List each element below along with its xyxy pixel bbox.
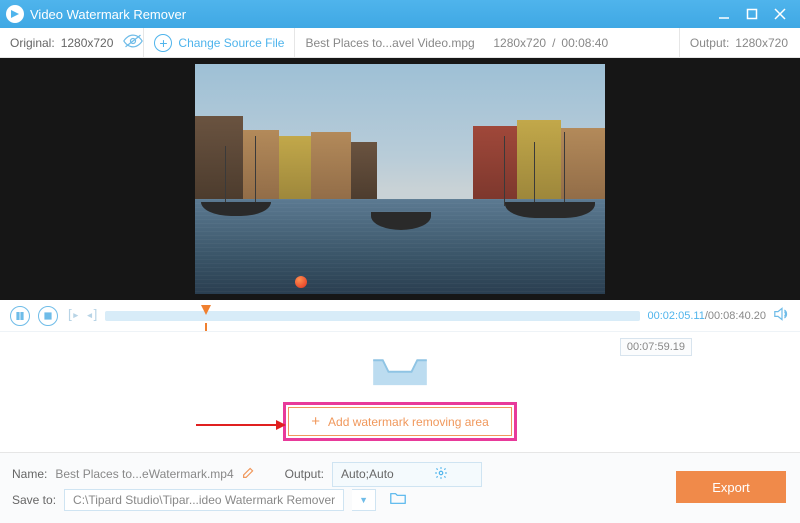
toolbar: Original: 1280x720 + Change Source File …: [0, 28, 800, 58]
original-value: 1280x720: [61, 36, 114, 50]
original-resolution: Original: 1280x720: [0, 28, 123, 57]
timeline-track[interactable]: [105, 311, 639, 321]
output-format-box[interactable]: Auto;Auto: [332, 462, 482, 487]
saveto-path[interactable]: C:\Tipard Studio\Tipar...ideo Watermark …: [64, 489, 344, 511]
title-bar: Video Watermark Remover: [0, 0, 800, 28]
preview-toggle-icon[interactable]: [123, 34, 143, 51]
saveto-value: C:\Tipard Studio\Tipar...ideo Watermark …: [73, 493, 335, 507]
name-value: Best Places to...eWatermark.mp4: [55, 467, 233, 481]
playback-bar: [▸ ◂] 00:02:05.11/00:08:40.20: [0, 300, 800, 332]
stop-button[interactable]: [38, 306, 58, 326]
file-duration: 00:08:40: [561, 36, 608, 50]
marker-dot-icon: [295, 276, 307, 288]
timecode: 00:02:05.11/00:08:40.20: [648, 310, 766, 322]
output-format-label: Output:: [285, 467, 324, 481]
tray-icon: [369, 343, 431, 392]
original-label: Original:: [10, 36, 55, 50]
video-frame[interactable]: [195, 64, 605, 294]
app-title: Video Watermark Remover: [30, 7, 186, 22]
change-source-label: Change Source File: [178, 36, 284, 50]
mark-in-button[interactable]: [▸: [66, 308, 78, 323]
add-area-label: Add watermark removing area: [328, 415, 489, 429]
pause-button[interactable]: [10, 306, 30, 326]
output-value: 1280x720: [735, 36, 788, 50]
output-label: Output:: [690, 36, 729, 50]
plus-icon: +: [311, 414, 320, 429]
watermark-area-panel: 00:07:59.19 + Add watermark removing are…: [0, 332, 800, 452]
mark-out-button[interactable]: ◂]: [86, 308, 98, 323]
export-button[interactable]: Export: [676, 471, 786, 503]
add-watermark-area-button[interactable]: + Add watermark removing area: [288, 407, 512, 436]
output-settings-button[interactable]: [434, 466, 448, 483]
minimize-button[interactable]: [710, 4, 738, 24]
video-preview-area: [0, 58, 800, 300]
maximize-button[interactable]: [738, 4, 766, 24]
volume-icon[interactable]: [774, 307, 790, 324]
change-source-button[interactable]: + Change Source File: [144, 28, 294, 57]
file-name: Best Places to...avel Video.mpg: [305, 36, 474, 50]
saveto-label: Save to:: [12, 493, 56, 507]
total-time: 00:08:40.20: [708, 310, 766, 322]
plus-icon: +: [154, 34, 172, 52]
annotation-arrow-icon: [196, 418, 286, 435]
output-format-value: Auto;Auto: [341, 467, 394, 481]
file-info: Best Places to...avel Video.mpg 1280x720…: [295, 28, 678, 57]
timestamp-badge: 00:07:59.19: [620, 338, 692, 356]
rename-button[interactable]: [242, 466, 255, 482]
close-button[interactable]: [766, 4, 794, 24]
name-label: Name:: [12, 467, 47, 481]
file-resolution: 1280x720: [493, 36, 546, 50]
current-time: 00:02:05.11: [648, 310, 705, 322]
saveto-dropdown[interactable]: ▼: [352, 489, 376, 511]
add-area-highlight: + Add watermark removing area: [283, 402, 517, 441]
bottom-panel: Name: Best Places to...eWatermark.mp4 Ou…: [0, 452, 800, 523]
open-folder-button[interactable]: [390, 492, 406, 508]
output-resolution: Output: 1280x720: [680, 28, 800, 57]
playhead-handle[interactable]: [201, 305, 211, 315]
app-logo-icon: [6, 5, 24, 23]
